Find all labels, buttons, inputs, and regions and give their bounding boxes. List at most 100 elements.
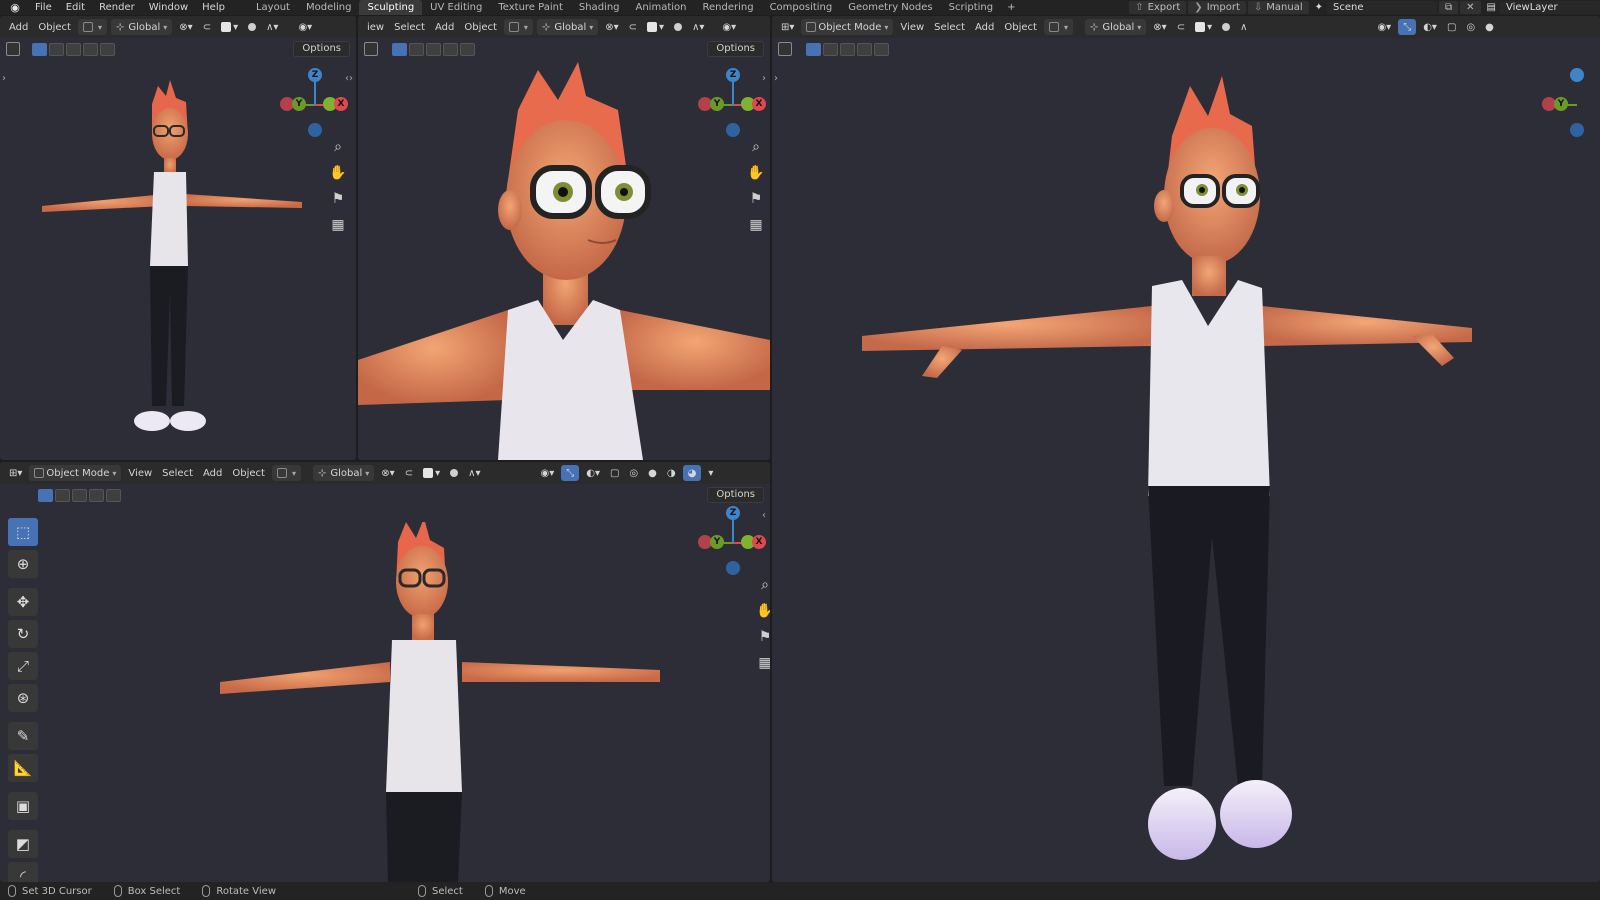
transform-orientation[interactable]: ⊹ Global ▾ [536, 19, 599, 35]
menu-window[interactable]: Window [142, 0, 195, 15]
pivot-icon[interactable]: ⊗▾ [1148, 19, 1171, 35]
menu-file[interactable]: File [28, 0, 59, 15]
select-tool-icon[interactable] [778, 42, 792, 56]
editor-type-icon[interactable]: ⊞▾ [776, 19, 799, 35]
link-dropdown[interactable]: ▾ [503, 19, 533, 35]
move-icon[interactable]: ✥ [8, 588, 38, 616]
selection-modes[interactable] [32, 42, 115, 56]
expand-left-icon[interactable]: › [2, 73, 6, 84]
view-menu[interactable]: View [895, 19, 929, 35]
link-dropdown[interactable]: ▾ [77, 19, 107, 35]
z-axis-icon[interactable] [1570, 68, 1584, 82]
expand-left-icon[interactable]: › [774, 73, 778, 84]
navigation-gizmo-partial[interactable]: Y [1542, 68, 1600, 138]
hand-pan-icon[interactable]: ✋ [752, 598, 770, 624]
link-dropdown[interactable]: ▾ [271, 465, 301, 481]
z-axis-neg-icon[interactable] [726, 561, 740, 575]
add-menu[interactable]: Add [430, 19, 459, 35]
proportional-edit-icon[interactable] [1217, 19, 1235, 35]
delete-scene-icon[interactable]: ✕ [1460, 1, 1481, 14]
falloff-icon[interactable]: ∧▾ [261, 19, 283, 35]
transform-orientation[interactable]: ⊹ Global ▾ [110, 19, 173, 35]
shading-wireframe-icon[interactable]: ◎ [1461, 19, 1480, 35]
x-axis-icon[interactable]: X [752, 535, 766, 549]
z-axis-neg-icon[interactable] [1570, 123, 1584, 137]
snap-target[interactable]: ▾ [642, 19, 669, 35]
tab-rendering[interactable]: Rendering [694, 0, 761, 15]
tab-layout[interactable]: Layout [248, 0, 298, 15]
navigation-gizmo[interactable]: Z Y X [698, 506, 768, 576]
add-cube-icon[interactable]: ▣ [8, 792, 38, 820]
gizmo-toggle-icon[interactable]: ⤡ [1398, 19, 1417, 35]
pivot-icon[interactable]: ⊗▾ [174, 19, 197, 35]
select-menu[interactable]: Select [389, 19, 430, 35]
transform-orientation[interactable]: ⊹ Global ▾ [312, 465, 375, 481]
selection-modes[interactable] [806, 42, 889, 56]
transform-icon[interactable]: ⊛ [8, 684, 38, 712]
add-menu[interactable]: Add [4, 19, 33, 35]
select-box-icon[interactable]: ⬚ [8, 518, 38, 546]
options-button[interactable]: Options [707, 41, 764, 57]
visibility-icon[interactable]: ◉▾ [717, 19, 741, 35]
pivot-icon[interactable]: ⊗▾ [600, 19, 623, 35]
rotate-icon[interactable]: ↻ [8, 620, 38, 648]
menu-render[interactable]: Render [92, 0, 142, 15]
menu-edit[interactable]: Edit [59, 0, 92, 15]
falloff-icon[interactable]: ∧ [1235, 19, 1252, 35]
tab-modeling[interactable]: Modeling [298, 0, 360, 15]
view-layer-selector[interactable]: ▤ ViewLayer [1487, 1, 1600, 14]
shading-solid-icon[interactable]: ● [643, 465, 662, 481]
menu-help[interactable]: Help [195, 0, 232, 15]
pivot-icon[interactable]: ⊗▾ [376, 465, 399, 481]
shading-options-icon[interactable]: ▾ [703, 465, 718, 481]
xray-icon[interactable]: ▢ [605, 465, 624, 481]
link-dropdown[interactable]: ▾ [1043, 19, 1073, 35]
selection-modes[interactable] [38, 488, 121, 502]
xray-icon[interactable]: ▢ [1442, 19, 1461, 35]
snap-target[interactable]: ▾ [1190, 19, 1217, 35]
z-axis-icon[interactable]: Z [726, 506, 740, 520]
mode-dropdown[interactable]: Object Mode ▾ [29, 465, 122, 481]
shading-rendered-icon[interactable]: ◕ [682, 465, 702, 481]
shading-material-icon[interactable]: ◑ [662, 465, 681, 481]
import-button[interactable]: ❯ Import [1188, 1, 1246, 14]
grid-icon[interactable]: ▦ [752, 650, 770, 676]
select-tool-icon[interactable] [364, 42, 378, 56]
overlay-icon[interactable]: ◐▾ [581, 465, 605, 481]
visibility-icon[interactable]: ◉▾ [535, 465, 559, 481]
snap-icon[interactable]: ⊂ [624, 19, 642, 35]
options-button[interactable]: Options [707, 487, 764, 503]
tab-shading[interactable]: Shading [571, 0, 628, 15]
snap-target[interactable]: ▾ [216, 19, 243, 35]
gizmo-toggle-icon[interactable]: ⤡ [561, 465, 580, 481]
shear-icon[interactable]: ◜ [8, 862, 38, 882]
export-button[interactable]: ⇧ Export [1129, 1, 1187, 14]
measure-icon[interactable]: 📐 [8, 754, 38, 782]
add-menu[interactable]: Add [970, 19, 999, 35]
add-menu[interactable]: Add [198, 465, 227, 481]
select-menu[interactable]: Select [929, 19, 970, 35]
snap-target[interactable]: ▾ [418, 465, 445, 481]
options-button[interactable]: Options [293, 41, 350, 57]
snap-icon[interactable]: ⊂ [400, 465, 418, 481]
tab-sculpting[interactable]: Sculpting [359, 0, 423, 15]
x-axis-icon[interactable]: X [334, 97, 348, 111]
annotate-icon[interactable]: ✎ [8, 722, 38, 750]
viewport-right[interactable]: ⊞▾ Object Mode ▾ View Select Add Object ▾… [772, 16, 1600, 882]
tab-uv-editing[interactable]: UV Editing [422, 0, 490, 15]
viewport-top-middle[interactable]: iew Select Add Object ▾ ⊹ Global ▾ ⊗▾ ⊂ ▾ … [358, 16, 770, 460]
proportional-edit-icon[interactable] [243, 19, 261, 35]
selection-modes[interactable] [392, 42, 475, 56]
shading-solid-icon[interactable]: ● [1480, 19, 1499, 35]
snap-icon[interactable]: ⊂ [198, 19, 216, 35]
viewport-bottom-left[interactable]: ⊞▾ Object Mode ▾ View Select Add Object ▾… [0, 462, 770, 882]
viewport-top-left[interactable]: Add Object ▾ ⊹ Global ▾ ⊗▾ ⊂ ▾ ∧▾ ◉▾ Optio… [0, 16, 356, 460]
cursor-icon[interactable]: ⊕ [8, 550, 38, 578]
transform-orientation[interactable]: ⊹ Global ▾ [1084, 19, 1147, 35]
tab-animation[interactable]: Animation [628, 0, 695, 15]
snap-icon[interactable]: ⊂ [1172, 19, 1190, 35]
overlay-icon[interactable]: ◐▾ [1418, 19, 1442, 35]
tab-compositing[interactable]: Compositing [762, 0, 841, 15]
scene-selector[interactable]: ✦ Scene [1315, 1, 1438, 14]
proportional-edit-icon[interactable] [445, 465, 463, 481]
